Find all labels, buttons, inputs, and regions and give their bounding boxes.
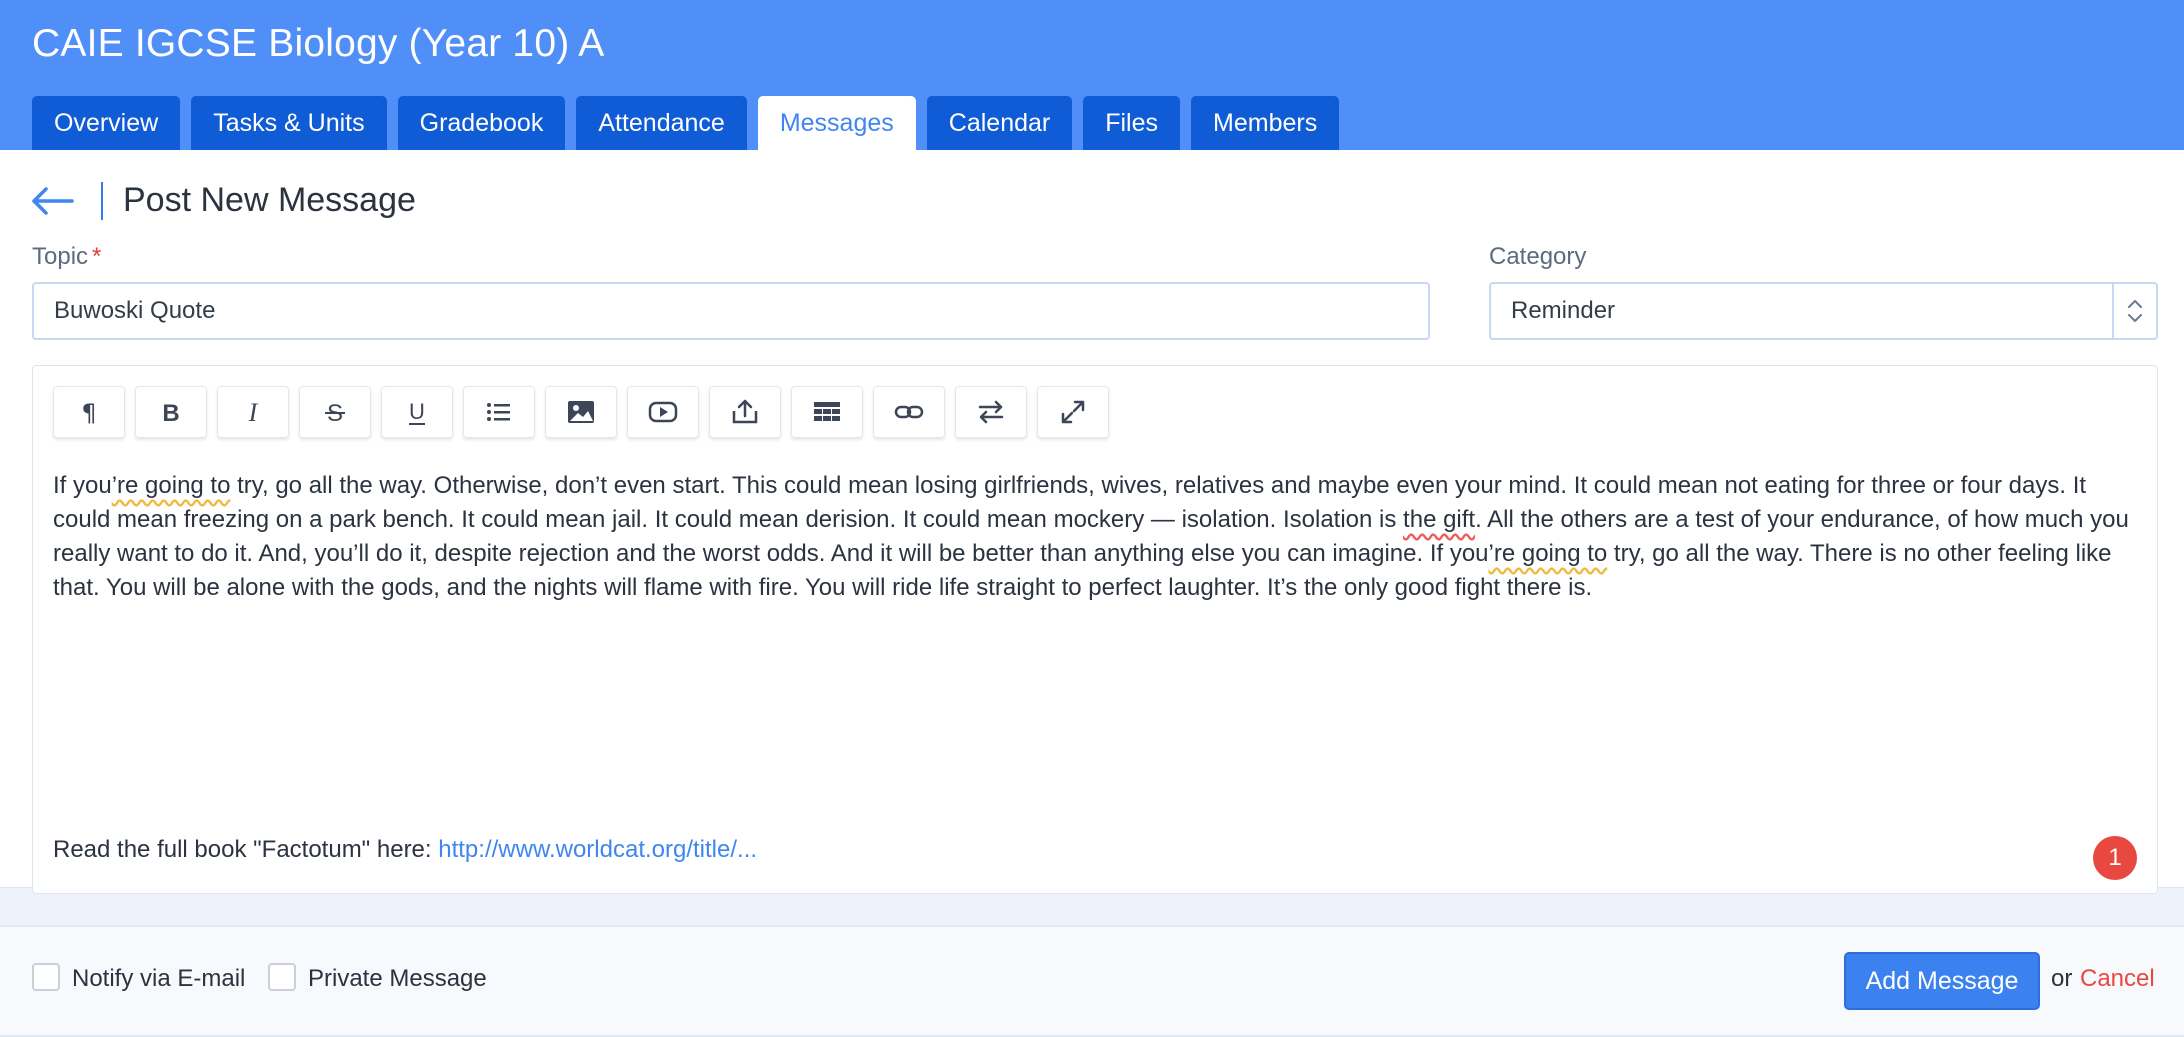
tab-attendance[interactable]: Attendance xyxy=(576,96,747,150)
italic-icon: I xyxy=(248,398,259,427)
topic-input[interactable]: Buwoski Quote xyxy=(32,282,1430,340)
tab-members[interactable]: Members xyxy=(1191,96,1340,150)
underline-icon: U xyxy=(409,399,425,425)
message-editor[interactable]: ¶ B I S U If you’re going to try, go all… xyxy=(32,365,2158,894)
course-tabs: Overview Tasks & Units Gradebook Attenda… xyxy=(32,96,1350,150)
fullscreen-icon xyxy=(1061,400,1085,424)
video-icon xyxy=(648,401,678,423)
page-title: Post New Message xyxy=(123,181,416,219)
category-select[interactable]: Reminder xyxy=(1489,282,2158,340)
course-title: CAIE IGCSE Biology (Year 10) A xyxy=(32,22,605,65)
form-footer: Notify via E-mail Private Message Add Me… xyxy=(0,927,2184,1037)
category-label: Category xyxy=(1489,243,1587,270)
upload-icon xyxy=(732,399,758,424)
grammar-highlight[interactable]: ’re going to xyxy=(1489,540,1608,567)
back-arrow-icon[interactable] xyxy=(30,186,74,216)
swap-icon xyxy=(978,400,1004,424)
strikethrough-button[interactable]: S xyxy=(299,386,371,438)
editor-toolbar: ¶ B I S U xyxy=(53,386,1119,438)
cancel-link[interactable]: Cancel xyxy=(2080,965,2155,993)
add-message-button[interactable]: Add Message xyxy=(1844,952,2040,1010)
swap-button[interactable] xyxy=(955,386,1027,438)
fullscreen-button[interactable] xyxy=(1037,386,1109,438)
notify-email-checkbox[interactable] xyxy=(32,963,60,991)
upload-button[interactable] xyxy=(709,386,781,438)
category-value: Reminder xyxy=(1511,297,1616,324)
strikethrough-icon: S xyxy=(325,400,345,427)
svg-text:¶: ¶ xyxy=(81,399,96,427)
topic-label-text: Topic xyxy=(32,243,89,270)
issue-count-badge[interactable]: 1 xyxy=(2093,836,2137,880)
spelling-highlight[interactable]: the gift xyxy=(1403,506,1475,533)
or-text: or xyxy=(2051,965,2073,992)
list-button[interactable] xyxy=(463,386,535,438)
body-text-1: If you xyxy=(53,472,112,499)
required-marker: * xyxy=(92,243,102,270)
private-message-label[interactable]: Private Message xyxy=(308,965,487,993)
table-button[interactable] xyxy=(791,386,863,438)
title-divider xyxy=(101,182,103,220)
bold-icon: B xyxy=(162,400,179,427)
message-body[interactable]: If you’re going to try, go all the way. … xyxy=(53,469,2138,605)
tab-tasks-units[interactable]: Tasks & Units xyxy=(191,96,387,150)
link-icon xyxy=(894,405,924,419)
svg-text:I: I xyxy=(248,398,259,427)
select-updown-icon xyxy=(2112,284,2156,338)
tab-files[interactable]: Files xyxy=(1083,96,1181,150)
notify-email-label[interactable]: Notify via E-mail xyxy=(72,965,245,993)
image-icon xyxy=(568,401,594,423)
image-button[interactable] xyxy=(545,386,617,438)
tab-messages[interactable]: Messages xyxy=(757,96,916,150)
tab-overview[interactable]: Overview xyxy=(32,96,181,150)
bold-button[interactable]: B xyxy=(135,386,207,438)
video-button[interactable] xyxy=(627,386,699,438)
private-message-checkbox[interactable] xyxy=(268,963,296,991)
paragraph-icon: ¶ xyxy=(81,399,96,427)
link-button[interactable] xyxy=(873,386,945,438)
topic-label: Topic * xyxy=(32,243,101,271)
italic-button[interactable]: I xyxy=(217,386,289,438)
tab-calendar[interactable]: Calendar xyxy=(926,96,1073,150)
worldcat-link[interactable]: http://www.worldcat.org/title/... xyxy=(438,836,757,863)
grammar-highlight[interactable]: ’re going to xyxy=(112,472,231,499)
list-icon xyxy=(487,403,510,421)
underline-button[interactable]: U xyxy=(381,386,453,438)
svg-text:B: B xyxy=(162,400,179,427)
read-more-prefix: Read the full book "Factotum" here: xyxy=(53,836,439,863)
tab-gradebook[interactable]: Gradebook xyxy=(397,96,566,150)
svg-text:U: U xyxy=(409,399,425,424)
table-icon xyxy=(814,402,840,421)
message-form-panel: Post New Message Topic * Buwoski Quote Ca… xyxy=(0,150,2184,1037)
paragraph-button[interactable]: ¶ xyxy=(53,386,125,438)
course-header: CAIE IGCSE Biology (Year 10) A Overview … xyxy=(0,0,2184,150)
read-more-line: Read the full book "Factotum" here: http… xyxy=(53,836,757,864)
